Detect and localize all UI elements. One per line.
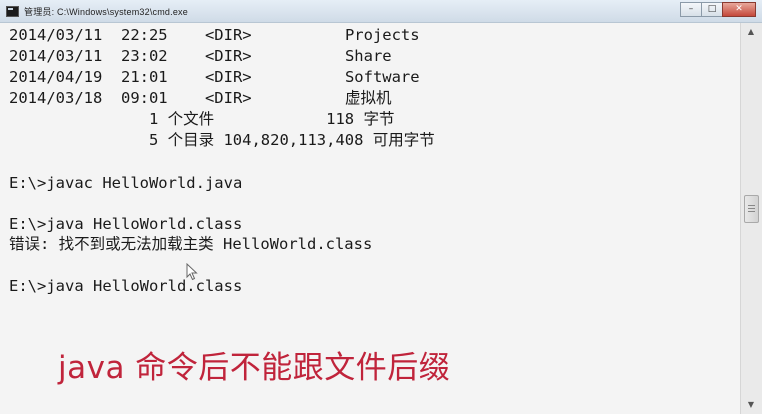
console-line: E:\>javac HelloWorld.java — [9, 174, 243, 192]
scroll-up-icon[interactable]: ▲ — [744, 25, 758, 39]
title-bar[interactable]: 管理员: C:\Windows\system32\cmd.exe – □ ✕ — [0, 0, 762, 23]
window-title: 管理员: C:\Windows\system32\cmd.exe — [24, 7, 188, 17]
scrollbar-thumb[interactable] — [744, 195, 759, 223]
minimize-icon: – — [688, 4, 694, 14]
console-line: 错误: 找不到或无法加载主类 HelloWorld.class — [9, 235, 373, 253]
maximize-button[interactable]: □ — [701, 2, 723, 17]
console-line: 5 个目录 104,820,113,408 可用字节 — [9, 131, 435, 149]
close-icon: ✕ — [735, 4, 743, 14]
console-line: 1 个文件 118 字节 — [9, 110, 395, 128]
scroll-down-icon[interactable]: ▼ — [744, 398, 758, 412]
window-controls: – □ ✕ — [680, 2, 756, 17]
vertical-scrollbar[interactable]: ▲ ▼ — [740, 23, 762, 414]
cmd-icon — [6, 6, 19, 17]
annotation-caption: java 命令后不能跟文件后缀 — [58, 350, 451, 386]
cmd-window: 管理员: C:\Windows\system32\cmd.exe – □ ✕ 2… — [0, 0, 762, 414]
close-button[interactable]: ✕ — [722, 2, 756, 17]
console-line: 2014/03/11 23:02 <DIR> Share — [9, 47, 392, 65]
console-line: E:\>java HelloWorld.class — [9, 215, 243, 233]
maximize-icon: □ — [707, 4, 717, 14]
console-line: 2014/04/19 21:01 <DIR> Software — [9, 68, 420, 86]
minimize-button[interactable]: – — [680, 2, 702, 17]
console-line: 2014/03/18 09:01 <DIR> 虚拟机 — [9, 89, 392, 107]
console-line: 2014/03/11 22:25 <DIR> Projects — [9, 26, 420, 44]
console-line: E:\>java HelloWorld.class — [9, 277, 243, 295]
